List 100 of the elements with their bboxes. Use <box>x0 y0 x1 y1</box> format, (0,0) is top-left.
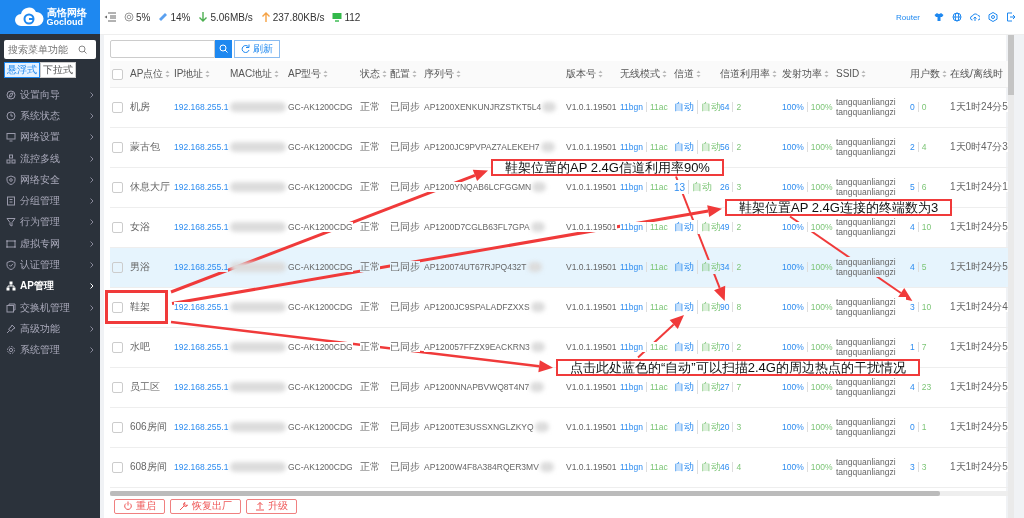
checkbox[interactable] <box>112 181 123 193</box>
channel-link[interactable]: 自动 <box>674 140 694 154</box>
scrollbar[interactable] <box>110 490 1010 496</box>
menu-item[interactable]: 分组管理 <box>0 190 100 212</box>
channel-link[interactable]: 自动 <box>674 100 694 114</box>
ip-link[interactable]: 192.168.255.1 <box>174 102 229 112</box>
sort-icon[interactable] <box>662 69 667 78</box>
table-cell: V1.0.1.19501 <box>566 382 617 392</box>
table-cell: 正常 <box>360 461 380 472</box>
sort-icon[interactable] <box>772 69 777 78</box>
table-cell: 正常 <box>360 141 380 152</box>
sort-icon[interactable] <box>274 69 280 78</box>
sort-icon[interactable] <box>696 69 701 78</box>
channel-link[interactable]: 自动 <box>674 340 694 354</box>
channel-link[interactable]: 自动 <box>674 380 694 394</box>
funnel-icon <box>6 217 16 228</box>
channel-link[interactable]: 13 <box>674 181 686 193</box>
ip-link[interactable]: 192.168.255.1 <box>174 182 229 192</box>
table-cell: 100% <box>806 182 833 192</box>
checkbox[interactable] <box>112 261 123 273</box>
channel-link[interactable]: 自动 <box>674 260 694 274</box>
checkbox[interactable] <box>112 461 123 473</box>
channel-link[interactable]: 自动 <box>674 420 694 434</box>
sort-icon[interactable] <box>205 69 211 78</box>
search-field[interactable]: 搜索菜单功能 <box>4 40 96 59</box>
search-icon <box>78 45 87 54</box>
table-cell: 100% <box>782 422 804 432</box>
table-cell: 已同步 <box>390 261 420 272</box>
memory-stick-icon <box>158 12 169 22</box>
table-cell: 2 <box>732 142 742 152</box>
table-cell: 11bgn <box>620 222 643 232</box>
cloud-upload-icon[interactable] <box>970 12 980 22</box>
ip-link[interactable]: 192.168.255.1 <box>174 142 229 152</box>
sort-icon[interactable] <box>598 69 603 78</box>
ip-link[interactable]: 192.168.255.1 <box>174 222 229 232</box>
menu-item[interactable]: 高级功能 <box>0 318 100 340</box>
checkbox[interactable] <box>112 421 123 433</box>
table-cell: 4 <box>910 262 915 272</box>
ip-link[interactable]: 192.168.255.1 <box>174 422 229 432</box>
logout-icon[interactable] <box>1006 12 1016 22</box>
sort-icon[interactable] <box>323 69 329 78</box>
channel-link[interactable]: 自动 <box>674 300 694 314</box>
menu-item[interactable]: AP管理 <box>0 275 100 297</box>
menu-item[interactable]: 流控多线 <box>0 147 100 170</box>
table-cell: 7 <box>732 382 742 392</box>
checkbox[interactable] <box>112 341 123 353</box>
action-button[interactable]: 升级 <box>246 498 297 514</box>
table-cell: 1天1时24分5 <box>950 461 1008 472</box>
menu-item[interactable]: 交换机管理 <box>0 296 100 319</box>
sort-icon[interactable] <box>861 69 867 78</box>
shirt-icon[interactable] <box>934 12 944 22</box>
menu-item[interactable]: 认证管理 <box>0 254 100 276</box>
checkbox[interactable] <box>112 141 123 153</box>
device-link[interactable]: Router <box>896 12 920 22</box>
settings-icon[interactable] <box>988 12 998 22</box>
action-button[interactable]: 重启 <box>114 498 165 514</box>
checkbox[interactable] <box>112 101 123 113</box>
channel-link[interactable]: 自动 <box>674 460 694 474</box>
refresh-button[interactable]: 刷新 <box>234 39 280 58</box>
ip-link[interactable]: 192.168.255.1 <box>174 382 229 392</box>
mode-tab[interactable]: 悬浮式 <box>4 62 40 78</box>
menu-item[interactable]: 网络设置 <box>0 126 100 148</box>
ip-link[interactable]: 192.168.255.1 <box>174 462 229 472</box>
checkbox[interactable] <box>112 381 123 393</box>
menu-item[interactable]: 虚拟专网 <box>0 233 100 255</box>
menu-item[interactable]: 系统状态 <box>0 105 100 127</box>
table-cell: 4 <box>910 382 915 392</box>
table-cell: V1.0.1.19501 <box>566 102 617 112</box>
checkbox[interactable] <box>112 68 123 80</box>
globe-icon[interactable] <box>952 12 962 22</box>
checkbox[interactable] <box>112 221 123 233</box>
scrollbar[interactable] <box>1008 35 1014 518</box>
table-cell: 46 <box>720 462 730 472</box>
column-header: AP型号 <box>288 66 322 81</box>
search-field[interactable] <box>110 39 215 58</box>
menu-item[interactable]: 系统管理 <box>0 339 100 361</box>
table-cell: AP1200W4F8A384RQER3MV <box>424 461 539 472</box>
channel-link[interactable]: 自动 <box>674 220 694 234</box>
menu-item[interactable]: 设置向导 <box>0 84 100 106</box>
menu-item[interactable]: 网络安全 <box>0 169 100 191</box>
ip-link[interactable]: 192.168.255.1 <box>174 302 229 312</box>
table-cell: 1天1时24分4 <box>950 301 1008 312</box>
table-cell: 7 <box>917 342 927 352</box>
sort-icon[interactable] <box>456 69 461 78</box>
menu-fold-icon[interactable] <box>104 12 116 22</box>
search-button[interactable] <box>215 39 232 58</box>
ip-link[interactable]: 192.168.255.1 <box>174 342 229 352</box>
redaction-blur <box>230 382 286 393</box>
table-cell: AP1200TE3USSXNGLZKYQ <box>424 421 534 432</box>
menu-item[interactable]: 行为管理 <box>0 211 100 234</box>
sort-icon[interactable] <box>824 69 829 78</box>
ip-link[interactable]: 192.168.255.1 <box>174 262 229 272</box>
column-header: MAC地址 <box>230 66 273 81</box>
table-cell: 已同步 <box>390 221 420 232</box>
mode-tab[interactable]: 下拉式 <box>40 62 76 78</box>
table-cell: 1 <box>917 422 927 432</box>
checkbox[interactable] <box>112 301 123 313</box>
redaction-blur <box>527 262 542 273</box>
sort-icon[interactable] <box>412 69 417 78</box>
action-button[interactable]: 恢复出厂 <box>170 498 241 514</box>
